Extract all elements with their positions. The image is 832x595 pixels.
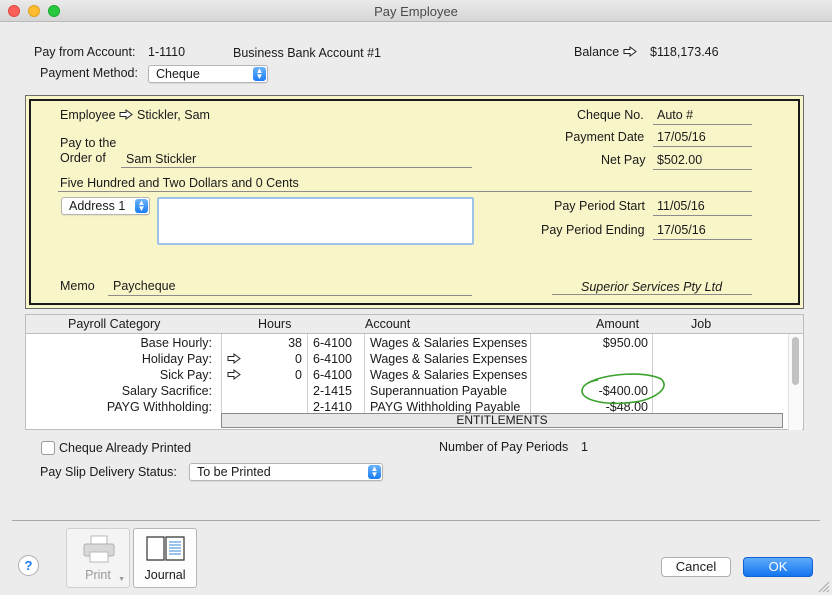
employee-label-text: Employee (60, 108, 116, 122)
company-underline (552, 294, 752, 295)
balance-arrow-icon[interactable] (623, 46, 637, 57)
cheque-no-field[interactable]: Auto # (657, 108, 693, 122)
row-category: Holiday Pay: (141, 352, 212, 366)
ok-button[interactable]: OK (743, 557, 813, 577)
pay-to-underline (121, 167, 472, 168)
row-account-name: Superannuation Payable (370, 384, 507, 398)
title-bar: Pay Employee (0, 0, 832, 22)
row-account-name: Wages & Salaries Expenses (370, 336, 528, 350)
memo-underline (108, 295, 472, 296)
pay-period-ending-underline (653, 239, 752, 240)
company-name: Superior Services Pty Ltd (581, 280, 723, 294)
pay-period-ending-field[interactable]: 17/05/16 (657, 223, 706, 237)
cancel-button[interactable]: Cancel (661, 557, 731, 577)
row-account-number[interactable]: 2-1415 (313, 384, 352, 398)
num-periods-value[interactable]: 1 (581, 440, 588, 454)
column-divider (364, 334, 365, 414)
payment-method-value: Cheque (156, 67, 200, 81)
pay-period-ending-label: Pay Period Ending (541, 223, 645, 237)
column-header-amount[interactable]: Amount (596, 317, 639, 331)
row-amount[interactable]: $950.00 (531, 336, 648, 350)
entitlements-button[interactable]: ENTITLEMENTS (221, 413, 783, 428)
journal-icon (146, 536, 185, 561)
balance-label-text: Balance (574, 45, 620, 59)
printer-icon (83, 535, 115, 563)
chevron-updown-icon: ▲ ▼ (135, 199, 148, 213)
row-category: Salary Sacrifice: (121, 384, 212, 398)
delivery-status-select[interactable]: To be Printed ▲ ▼ (189, 463, 383, 481)
account-number[interactable]: 1-1110 (148, 45, 185, 59)
print-label: Print (85, 568, 111, 582)
row-account-name: Wages & Salaries Expenses (370, 352, 528, 366)
column-header-job[interactable]: Job (691, 317, 711, 331)
memo-label: Memo (60, 279, 95, 293)
payment-date-label: Payment Date (565, 130, 645, 144)
row-category: Base Hourly: (140, 336, 212, 350)
delivery-status-label: Pay Slip Delivery Status: (40, 465, 177, 479)
row-hours[interactable]: 0 (222, 368, 302, 382)
row-account-number[interactable]: 6-4100 (313, 368, 352, 382)
cheque-no-label: Cheque No. (577, 108, 644, 122)
num-periods-label: Number of Pay Periods (439, 440, 569, 454)
column-header-category[interactable]: Payroll Category (68, 317, 160, 331)
payment-method-select[interactable]: Cheque ▲ ▼ (148, 65, 268, 83)
row-account-name: Wages & Salaries Expenses (370, 368, 528, 382)
table-scrollbar[interactable] (788, 334, 802, 430)
row-category: Sick Pay: (159, 368, 212, 382)
address-select[interactable]: Address 1 ▲ ▼ (61, 197, 150, 215)
pay-period-start-field[interactable]: 11/05/16 (657, 199, 705, 213)
cheque-printed-checkbox[interactable] (41, 441, 55, 455)
payroll-table: Payroll Category Hours Account Amount Jo… (25, 314, 804, 430)
address-textarea[interactable] (157, 197, 474, 245)
balance-label: Balance (574, 45, 637, 59)
balance-value: $118,173.46 (650, 45, 719, 59)
row-category: PAYG Withholding: (106, 400, 212, 414)
column-divider (307, 334, 308, 414)
cheque-no-underline (653, 124, 752, 125)
column-header-account[interactable]: Account (365, 317, 410, 331)
employee-field[interactable]: Stickler, Sam (137, 108, 210, 122)
row-account-name: PAYG Withholding Payable (370, 400, 521, 414)
amount-words-underline (58, 191, 752, 192)
row-account-number[interactable]: 6-4100 (313, 336, 352, 350)
payment-method-label: Payment Method: (40, 66, 138, 80)
cheque-printed-label: Cheque Already Printed (59, 441, 192, 455)
payment-date-field[interactable]: 17/05/16 (657, 130, 706, 144)
chevron-updown-icon: ▲ ▼ (253, 67, 266, 81)
memo-field[interactable]: Paycheque (113, 279, 176, 293)
chevron-updown-icon: ▲ ▼ (368, 465, 381, 479)
resize-grip-icon[interactable] (816, 579, 830, 593)
net-pay-label: Net Pay (601, 153, 646, 167)
table-header: Payroll Category Hours Account Amount Jo… (26, 315, 803, 334)
scrollbar-thumb[interactable] (792, 337, 799, 385)
net-pay-underline (653, 169, 752, 170)
help-button[interactable]: ? (18, 555, 39, 576)
journal-label: Journal (144, 568, 186, 582)
account-name: Business Bank Account #1 (233, 46, 382, 60)
row-hours[interactable]: 0 (222, 352, 302, 366)
delivery-status-value: To be Printed (197, 465, 271, 479)
address-select-value: Address 1 (69, 199, 126, 213)
employee-label: Employee (60, 108, 133, 122)
column-header-hours[interactable]: Hours (258, 317, 291, 331)
pay-from-label: Pay from Account: (34, 45, 136, 59)
pay-period-start-label: Pay Period Start (554, 199, 646, 213)
net-pay-field: $502.00 (657, 153, 703, 167)
footer-separator (12, 520, 820, 521)
row-hours[interactable]: 38 (222, 336, 302, 350)
pay-to-label-line2: Order of (60, 151, 106, 165)
print-button[interactable]: ▼ Print (66, 528, 130, 588)
payment-date-underline (653, 146, 752, 147)
amount-in-words: Five Hundred and Two Dollars and 0 Cents (60, 176, 299, 190)
annotation-circle (581, 373, 665, 405)
pay-to-field[interactable]: Sam Stickler (126, 152, 196, 166)
pay-period-start-underline (653, 215, 752, 216)
journal-button[interactable]: Journal (133, 528, 197, 588)
employee-arrow-icon[interactable] (119, 109, 133, 120)
pay-to-label-line1: Pay to the (60, 136, 117, 150)
row-account-number[interactable]: 6-4100 (313, 352, 352, 366)
row-account-number[interactable]: 2-1410 (313, 400, 352, 414)
window-title: Pay Employee (374, 4, 458, 19)
